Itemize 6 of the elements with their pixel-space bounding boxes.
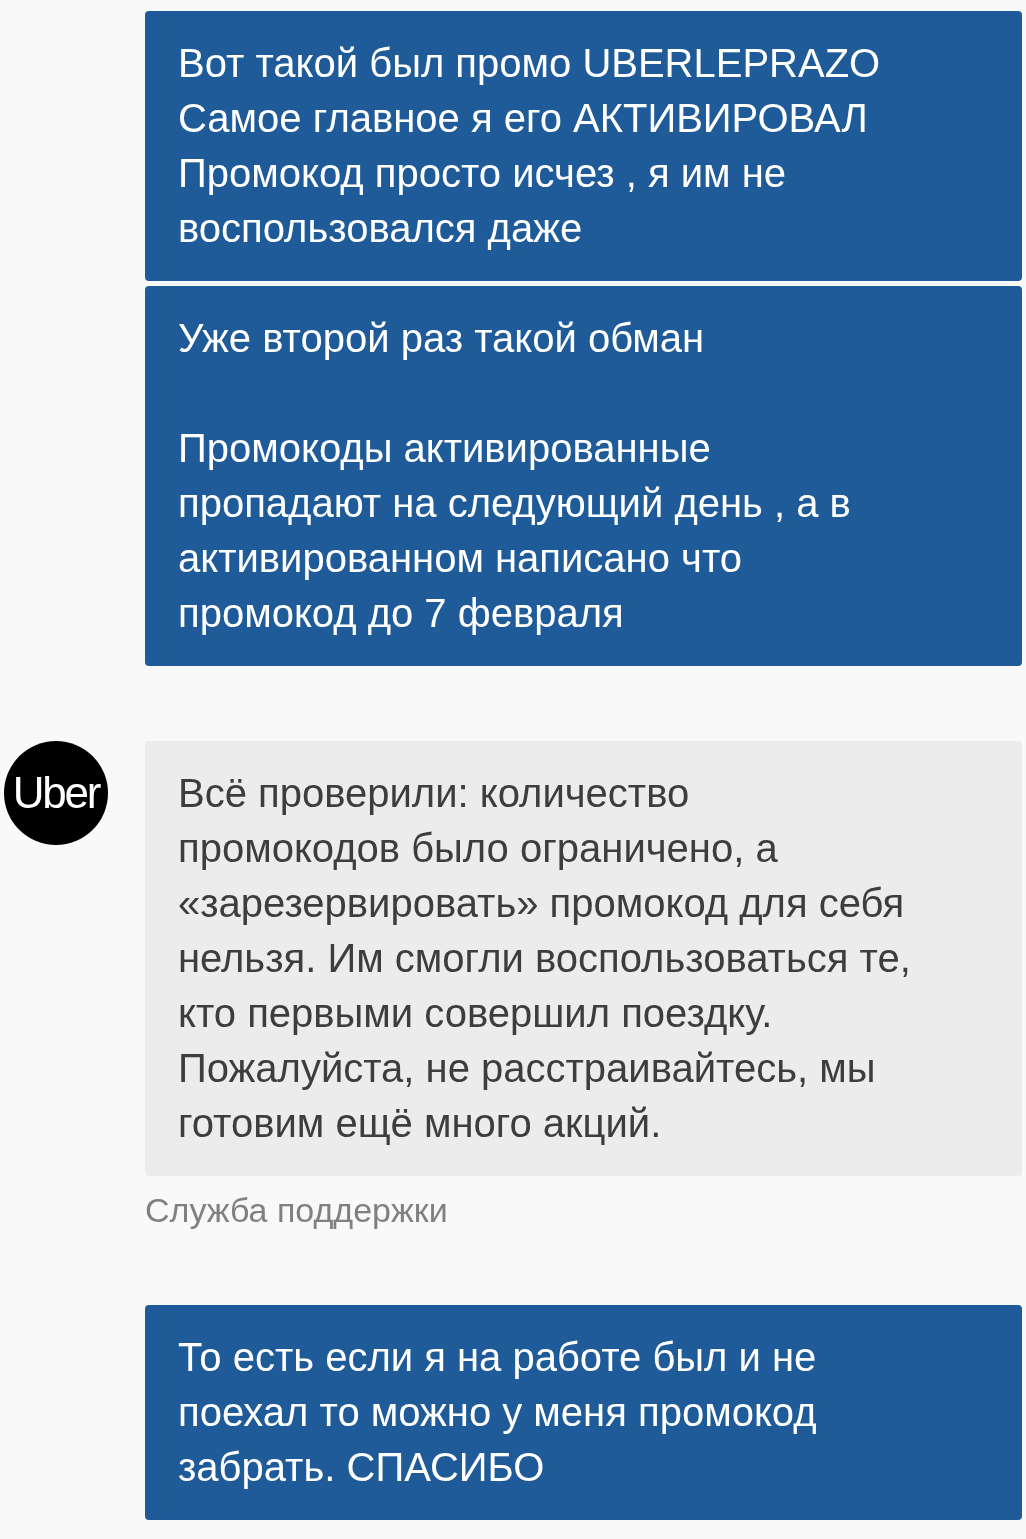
outgoing-message: То есть если я на работе был и не поехал то можно у меня промокод забрать. СПАСИБО bbox=[145, 1305, 1022, 1520]
sender-label: Служба поддержки bbox=[145, 1190, 448, 1230]
outgoing-message: Вот такой был промо UBERLEPRAZO Самое главное я его АКТИВИРОВАЛ Промокод просто исчез , я им не воспользовался даже bbox=[145, 11, 1022, 281]
logo-avatar: Uber bbox=[4, 741, 108, 845]
outgoing-message: Уже второй раз такой обман Промокоды активированные пропадают на следующий день , а в активированном написано что промокод до 7 февраля bbox=[145, 286, 1022, 666]
incoming-message: Всё проверили: количество промокодов было ограничено, а «зарезервировать» промокод для себя нельзя. Им смогли воспользоваться те, кто первыми совершил поездку. Пожалуйста, не расстраивайтесь, мы готовим ещё много акций. bbox=[145, 741, 1022, 1176]
